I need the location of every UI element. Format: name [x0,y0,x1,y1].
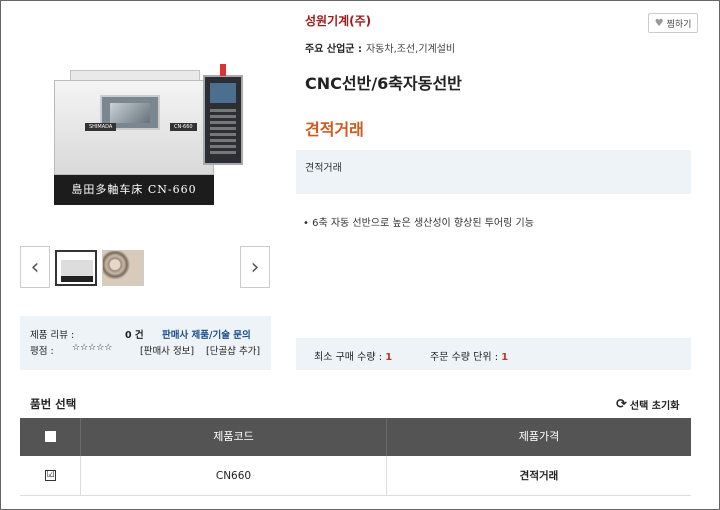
chevron-right-icon: › [250,254,260,280]
option-table-header: 제품코드 제품가격 [20,418,691,456]
machine-caption: 島田多軸车床 CN-660 [54,175,214,205]
gallery-thumbnail-1[interactable] [55,250,97,286]
review-count: 0 건 [125,330,144,341]
industry-label: 주요 산업군 : [305,44,362,55]
reset-selection-button[interactable]: ⟳ 선택 초기화 [616,397,679,412]
row-product-price: 견적거래 [386,456,691,496]
add-favorite-shop-link[interactable]: [단골샵 추가] [206,343,260,357]
product-main-image[interactable]: SHIMADA CN-660 島田多軸车床 CN-660 [40,50,245,205]
heart-icon: ♥ [654,17,664,29]
machine-badge-left: SHIMADA [85,123,117,131]
refresh-icon: ⟳ [616,397,627,412]
machine-badge-right: CN-660 [170,123,197,131]
like-button[interactable]: ♥ 찜하기 [648,13,698,33]
reset-selection-label: 선택 초기화 [629,401,680,412]
rating-stars: ☆☆☆☆☆ [72,343,113,353]
price-note-box: 견적거래 [296,150,691,194]
product-price: 견적거래 [305,120,364,139]
chevron-left-icon: ‹ [30,254,40,280]
column-header-price: 제품가격 [386,418,691,456]
seller-info-link[interactable]: [판매사 정보] [140,343,194,357]
product-feature: • 6축 자동 선반으로 높은 생산성이 향상된 투어링 기능 [303,218,534,229]
review-label: 제품 리뷰 : [30,330,75,341]
like-button-label: 찜하기 [666,19,692,30]
feature-text: 6축 자동 선반으로 높은 생산성이 향상된 투어링 기능 [312,218,534,229]
review-panel: 제품 리뷰 : 0 건 판매사 제품/기술 문의 평점 : ☆☆☆☆☆ [판매사… [20,316,271,370]
rating-label: 평점 : [30,346,54,357]
row-checkbox[interactable]: ☑ [45,470,56,481]
seller-name[interactable]: 성원기계(주) [305,12,371,29]
table-row[interactable]: ☑ CN660 견적거래 [20,456,691,496]
column-header-code: 제품코드 [80,418,386,456]
quantity-info: 최소 구매 수량 : 1 주문 수량 단위 : 1 [296,338,691,370]
gallery-thumbnail-2[interactable] [102,250,144,286]
option-select-title: 품번 선택 [30,397,77,411]
order-unit: 주문 수량 단위 : 1 [430,352,509,363]
product-title: CNC선반/6축자동선반 [305,74,462,93]
gallery-prev-button[interactable]: ‹ [20,246,50,288]
gallery-next-button[interactable]: › [240,246,270,288]
industry-info: 주요 산업군 : 자동차,조선,기계설비 [305,40,455,55]
seller-inquiry-link[interactable]: 판매사 제품/기술 문의 [162,327,251,341]
select-all-checkbox[interactable] [45,431,56,442]
price-note: 견적거래 [305,163,342,174]
industry-value: 자동차,조선,기계설비 [365,44,456,55]
row-product-code: CN660 [80,456,386,496]
min-quantity: 최소 구매 수량 : 1 [314,352,393,363]
